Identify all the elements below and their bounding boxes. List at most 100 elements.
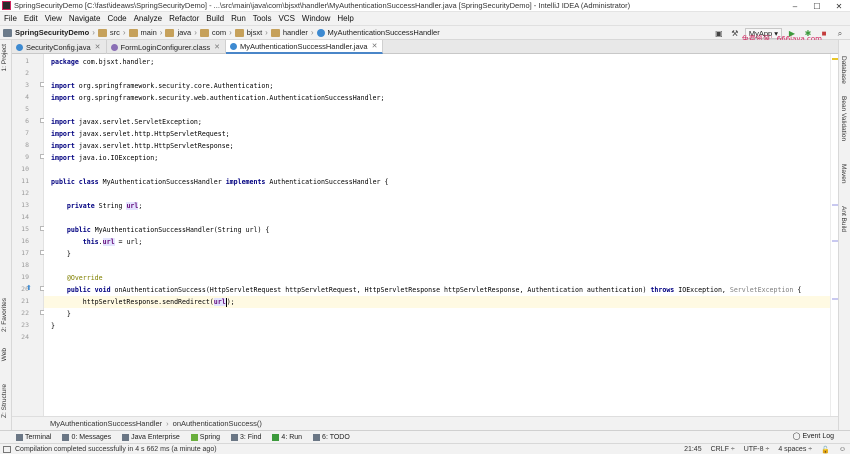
line-number: 15 xyxy=(21,225,29,233)
run-tool-button[interactable]: 4: Run xyxy=(272,433,303,441)
code-line-8: import javax.servlet.http.HttpServletRes… xyxy=(51,142,234,150)
inspector-icon[interactable]: ☺ xyxy=(839,446,846,453)
build-hammer-icon[interactable]: ⚒ xyxy=(729,28,741,40)
breadcrumb-method[interactable]: onAuthenticationSuccess() xyxy=(173,419,262,428)
todo-tool-button[interactable]: 6: TODO xyxy=(313,433,350,441)
menu-tools[interactable]: Tools xyxy=(253,14,272,23)
tool-label: Spring xyxy=(199,433,221,441)
navigation-bar: SpringSecurityDemo › src › main › java ›… xyxy=(0,25,850,43)
nav-crumb-class[interactable]: MyAuthenticationSuccessHandler xyxy=(316,28,440,37)
close-button[interactable]: ✕ xyxy=(828,0,850,12)
nav-crumb-bjsxt[interactable]: bjsxt xyxy=(234,28,262,37)
menu-build[interactable]: Build xyxy=(206,14,224,23)
event-log-button[interactable]: ◯ Event Log xyxy=(792,432,834,441)
menu-bar: File Edit View Navigate Code Analyze Ref… xyxy=(0,12,850,25)
line-number: 2 xyxy=(25,69,29,77)
nav-crumb-java[interactable]: java xyxy=(165,28,191,37)
crumb-separator: › xyxy=(229,28,232,37)
line-number: 10 xyxy=(21,165,29,173)
class-file-icon xyxy=(110,43,118,51)
editor-breadcrumb: MyAuthenticationSuccessHandler › onAuthe… xyxy=(12,416,838,430)
nav-crumb-com[interactable]: com xyxy=(199,28,226,37)
encoding-select[interactable]: UTF-8 ÷ xyxy=(744,446,770,453)
tab-my-authentication-success-handler[interactable]: MyAuthenticationSuccessHandler.java ✕ xyxy=(226,40,384,54)
terminal-tool-button[interactable]: Terminal xyxy=(16,433,51,441)
class-icon xyxy=(230,42,237,50)
class-icon xyxy=(16,43,23,51)
menu-analyze[interactable]: Analyze xyxy=(134,14,162,23)
bean-validation-tool-tab[interactable]: Bean Validation xyxy=(840,96,847,141)
nav-crumb-src[interactable]: src xyxy=(97,28,120,37)
menu-file[interactable]: File xyxy=(4,14,17,23)
usage-marker[interactable] xyxy=(832,240,838,242)
status-toggle-icon[interactable] xyxy=(3,445,11,453)
structure-tool-tab[interactable]: Z: Structure xyxy=(1,384,8,418)
spring-tool-button[interactable]: Spring xyxy=(190,433,221,441)
usage-marker[interactable] xyxy=(832,298,838,300)
menu-navigate[interactable]: Navigate xyxy=(69,14,101,23)
tab-security-config[interactable]: SecurityConfig.java ✕ xyxy=(12,40,107,54)
error-stripe[interactable] xyxy=(830,54,838,416)
status-bar: Compilation completed successfully in 4 … xyxy=(0,443,850,454)
code-line-13: private String url; xyxy=(66,202,143,210)
minimize-button[interactable]: – xyxy=(784,0,806,12)
menu-run[interactable]: Run xyxy=(231,14,246,23)
editor-tabs: SecurityConfig.java ✕ FormLoginConfigure… xyxy=(12,40,838,54)
folder-icon xyxy=(128,28,138,37)
override-method-icon[interactable]: ⬆ xyxy=(26,284,32,292)
line-number: 1 xyxy=(25,57,29,65)
database-tool-tab[interactable]: Database xyxy=(840,56,847,84)
class-icon xyxy=(316,28,325,37)
messages-tool-button[interactable]: 0: Messages xyxy=(62,433,111,441)
status-widgets: 21:45 CRLF ÷ UTF-8 ÷ 4 spaces ÷ 🔓 ☺ xyxy=(675,444,846,454)
tool-label: 4: Run xyxy=(281,433,303,441)
nav-crumb-main[interactable]: main xyxy=(128,28,157,37)
intellij-logo-icon xyxy=(2,1,11,10)
tab-form-login-configurer[interactable]: FormLoginConfigurer.class ✕ xyxy=(107,40,226,54)
crumb-separator: › xyxy=(122,28,126,37)
breadcrumb-class[interactable]: MyAuthenticationSuccessHandler xyxy=(50,419,162,428)
caret-position[interactable]: 21:45 xyxy=(684,446,702,453)
event-log-icon: ◯ xyxy=(792,433,801,440)
menu-code[interactable]: Code xyxy=(107,14,126,23)
java-enterprise-tool-button[interactable]: Java Enterprise xyxy=(122,433,180,441)
spring-icon xyxy=(190,433,198,441)
lock-icon[interactable]: 🔓 xyxy=(821,446,830,454)
java-enterprise-icon xyxy=(122,433,130,441)
menu-view[interactable]: View xyxy=(45,14,62,23)
maximize-button[interactable]: ☐ xyxy=(806,0,828,12)
menu-edit[interactable]: Edit xyxy=(24,14,38,23)
maven-tool-tab[interactable]: Maven xyxy=(840,164,847,184)
menu-refactor[interactable]: Refactor xyxy=(169,14,199,23)
code-editor[interactable]: package com.bjsxt.handler; import org.sp… xyxy=(44,54,830,416)
close-icon[interactable]: ✕ xyxy=(372,42,378,50)
warning-marker[interactable] xyxy=(832,58,838,60)
search-icon[interactable]: ⌕ xyxy=(834,28,846,40)
editor-gutter: 1 2 3 4 5 6 7 8 9 10 11 12 13 14 15 16 1… xyxy=(12,54,45,416)
nav-crumb-project[interactable]: SpringSecurityDemo xyxy=(3,28,89,37)
nav-crumb-label: main xyxy=(140,28,157,37)
menu-help[interactable]: Help xyxy=(337,14,353,23)
line-separator-select[interactable]: CRLF ÷ xyxy=(711,446,735,453)
folder-icon xyxy=(165,28,175,37)
line-number: 16 xyxy=(21,237,29,245)
right-tool-strip: Database Bean Validation Maven Ant Build xyxy=(838,40,850,430)
web-tool-tab[interactable]: Web xyxy=(1,348,8,361)
ant-build-tool-tab[interactable]: Ant Build xyxy=(840,206,847,232)
favorites-tool-tab[interactable]: 2: Favorites xyxy=(1,298,8,332)
menu-window[interactable]: Window xyxy=(302,14,330,23)
status-message[interactable]: Compilation completed successfully in 4 … xyxy=(3,445,217,453)
usage-marker[interactable] xyxy=(832,204,838,206)
project-tool-tab[interactable]: 1: Project xyxy=(1,44,8,71)
close-icon[interactable]: ✕ xyxy=(214,43,220,51)
code-line-11: public class MyAuthenticationSuccessHand… xyxy=(51,178,389,186)
crumb-separator: › xyxy=(310,28,314,37)
project-structure-icon[interactable]: ▣ xyxy=(713,28,725,40)
indent-select[interactable]: 4 spaces ÷ xyxy=(778,446,812,453)
menu-vcs[interactable]: VCS xyxy=(278,14,294,23)
nav-crumb-handler[interactable]: handler xyxy=(270,28,308,37)
close-icon[interactable]: ✕ xyxy=(95,43,101,51)
find-tool-button[interactable]: 3: Find xyxy=(231,433,261,441)
nav-crumb-label: handler xyxy=(282,28,308,37)
line-number: 21 xyxy=(21,297,29,305)
